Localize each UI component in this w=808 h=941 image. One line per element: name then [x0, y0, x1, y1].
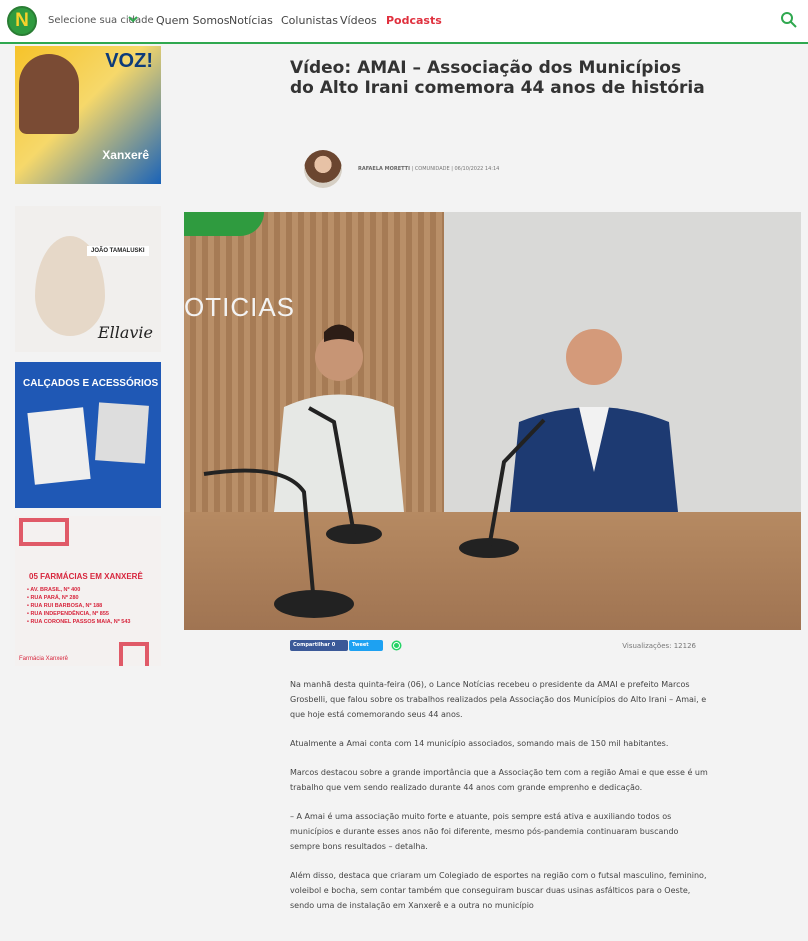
- ad-banner-ellavie[interactable]: JOÃO TAMALUSKI Ellavie: [15, 206, 161, 352]
- article-paragraph: Além disso, destaca que criaram um Coleg…: [290, 871, 707, 910]
- article-meta: RAFAELA MORETTI | COMUNIDADE | 06/10/202…: [358, 166, 500, 172]
- ad-address: • RUA CORONEL PASSOS MAIA, Nº 543: [27, 619, 131, 625]
- article-paragraph: – A Amai é uma associação muito forte e …: [290, 812, 679, 851]
- ad-brand: Ellavie: [97, 323, 153, 342]
- ad-logo-text: Farmácia Xanxerê: [19, 656, 69, 662]
- cross-icon: [19, 518, 69, 546]
- ad-photo: [95, 402, 149, 464]
- ad-address: • RUA PARÁ, Nº 280: [27, 595, 79, 601]
- nav-quem-somos[interactable]: Quem Somos: [156, 14, 230, 27]
- author-avatar[interactable]: [304, 150, 342, 188]
- ad-photo: [27, 407, 91, 485]
- ad-address: • RUA RUI BARBOSA, Nº 188: [27, 603, 103, 609]
- search-icon[interactable]: [780, 11, 798, 29]
- article-paragraph: Marcos destacou sobre a grande importânc…: [290, 768, 708, 792]
- article-category[interactable]: COMUNIDADE: [415, 166, 450, 172]
- article-hero-image: OTICIAS: [184, 212, 801, 630]
- article-paragraph: Na manhã desta quinta-feira (06), o Lanc…: [290, 680, 707, 719]
- ad-banner-voz[interactable]: VOZ! Xanxerê: [15, 46, 161, 184]
- view-count: Visualizações: 12126: [622, 642, 696, 650]
- ad-banner-calcados[interactable]: CALÇADOS E ACESSÓRIOS: [15, 362, 161, 508]
- nav-videos[interactable]: Vídeos: [340, 14, 377, 27]
- article-body: Na manhã desta quinta-feira (06), o Lanc…: [290, 677, 708, 927]
- ad-banner-farmacias[interactable]: 05 FARMÁCIAS EM XANXERÊ • AV. BRASIL, Nº…: [15, 516, 161, 666]
- author-name[interactable]: RAFAELA MORETTI: [358, 166, 410, 172]
- nav-noticias[interactable]: Notícias: [229, 14, 273, 27]
- nav-podcasts[interactable]: Podcasts: [386, 14, 442, 27]
- ad-person-name: JOÃO TAMALUSKI: [87, 246, 149, 256]
- ad-title: CALÇADOS E ACESSÓRIOS: [23, 378, 159, 389]
- ad-address: • AV. BRASIL, Nº 400: [27, 587, 81, 593]
- top-navbar: N Selecione sua cidade Quem Somos Notíci…: [0, 0, 808, 44]
- chevron-down-icon[interactable]: [128, 14, 138, 24]
- nav-colunistas[interactable]: Colunistas: [281, 14, 338, 27]
- article-datetime: 06/10/2022 14:14: [454, 166, 500, 172]
- whatsapp-icon[interactable]: [391, 640, 402, 651]
- ad-address: • RUA INDEPENDÊNCIA, Nº 855: [27, 611, 109, 617]
- ad-headline: VOZ!: [105, 50, 153, 72]
- site-logo[interactable]: N: [7, 6, 37, 36]
- ad-city: Xanxerê: [102, 148, 149, 162]
- twitter-share-button[interactable]: Tweet: [349, 640, 383, 651]
- ad-title: 05 FARMÁCIAS EM XANXERÊ: [29, 572, 143, 581]
- cross-icon: [119, 642, 149, 666]
- ad-photo: [19, 54, 79, 134]
- microphones: [203, 406, 546, 618]
- article-title: Vídeo: AMAI – Associação dos Municípios …: [290, 58, 705, 98]
- article-paragraph: Atualmente a Amai conta com 14 município…: [290, 739, 669, 748]
- facebook-share-button[interactable]: Compartilhar 0: [290, 640, 348, 651]
- ad-address-list: • AV. BRASIL, Nº 400 • RUA PARÁ, Nº 280 …: [27, 586, 130, 626]
